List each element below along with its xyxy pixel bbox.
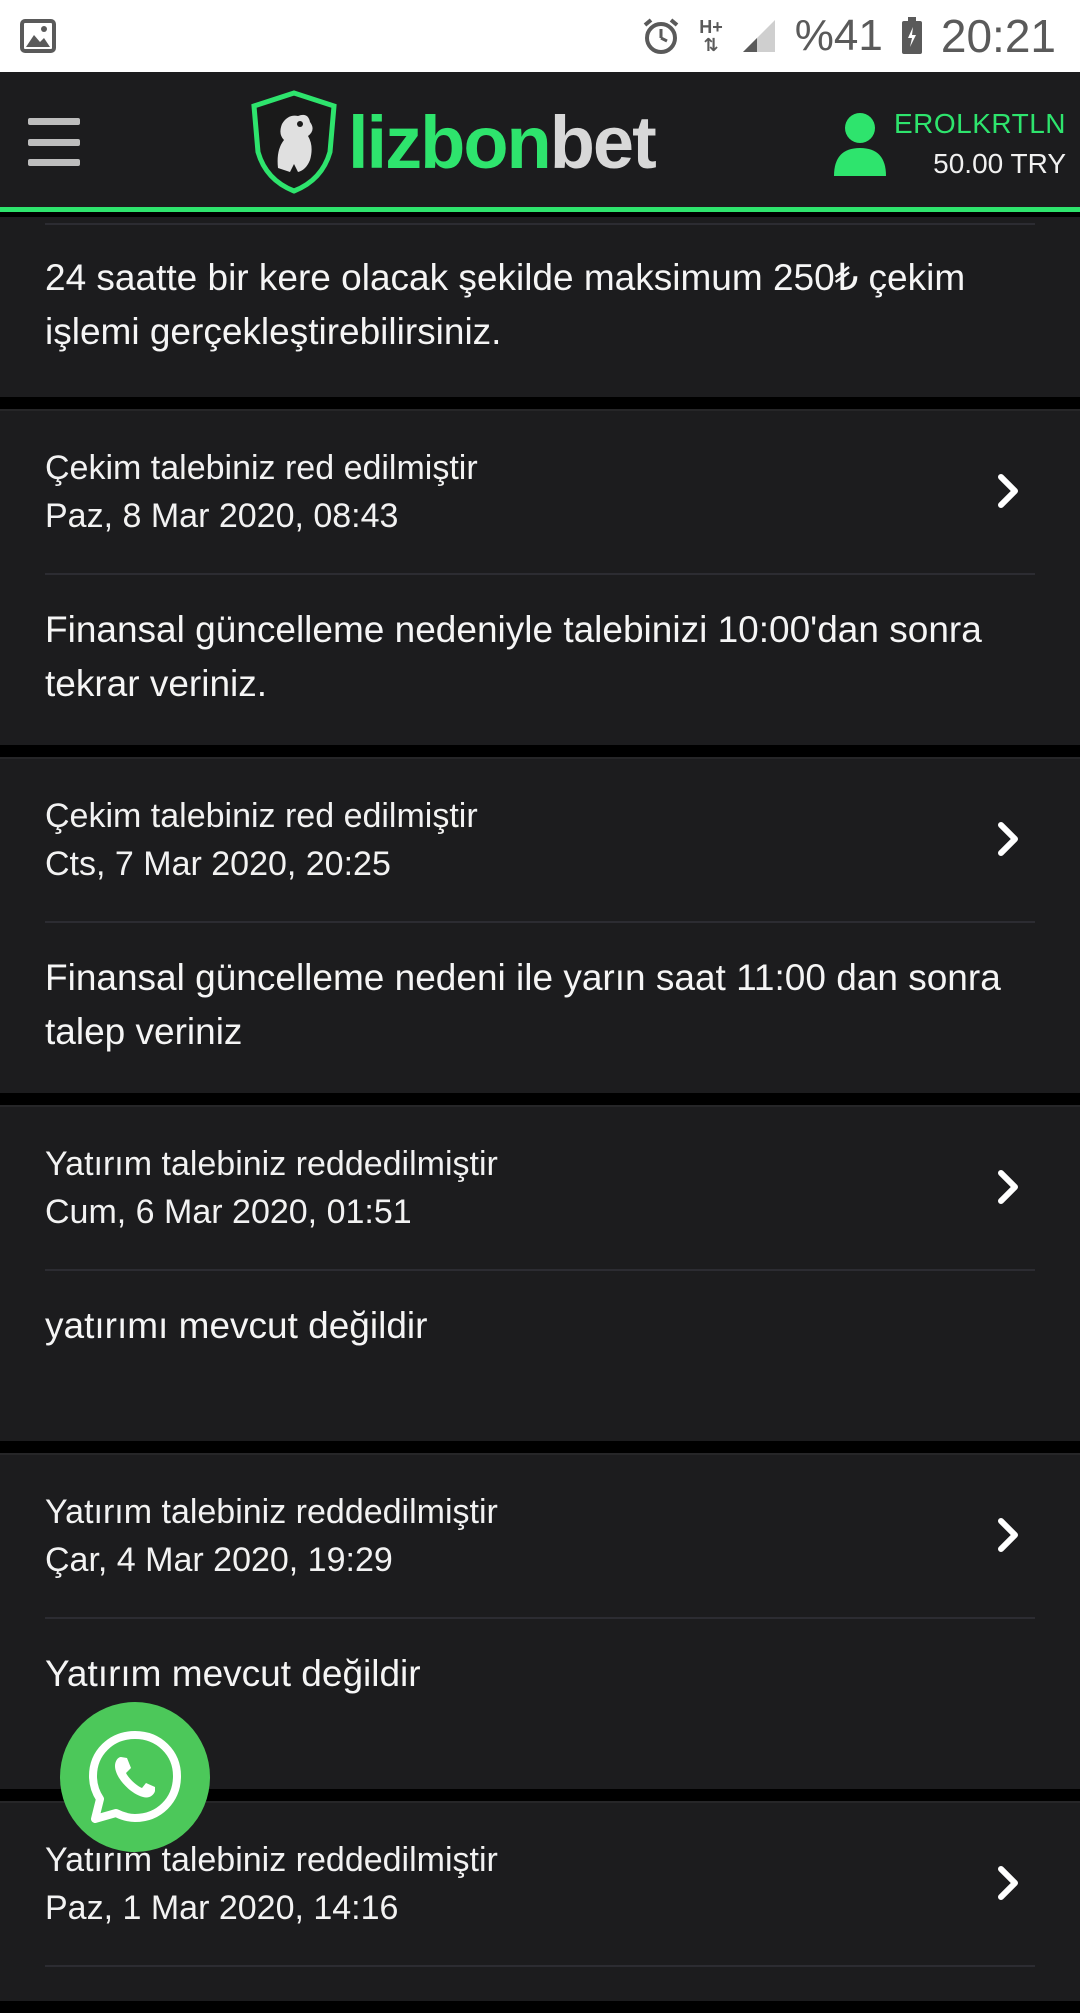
notification-date: Cum, 6 Mar 2020, 01:51 — [45, 1193, 412, 1231]
notification-title: Yatırım talebiniz reddedilmiştir — [45, 1841, 498, 1879]
notification-header[interactable]: Yatırım talebiniz reddedilmiştir Cum, 6 … — [45, 1107, 1035, 1271]
chevron-right-icon[interactable] — [993, 1513, 1023, 1557]
notification-date: Paz, 1 Mar 2020, 14:16 — [45, 1889, 399, 1927]
notification-title: Çekim talebiniz red edilmiştir — [45, 797, 478, 835]
menu-bar-icon — [28, 138, 80, 146]
brand-logo[interactable]: lizbonbet — [248, 90, 657, 194]
whatsapp-icon — [89, 1731, 181, 1823]
notification-title: Çekim talebiniz red edilmiştir — [45, 449, 478, 487]
network-label: H+ — [699, 17, 723, 37]
brand-name-part2: bet — [549, 100, 657, 184]
status-bar: H+ ⇅ %41 20:21 — [0, 0, 1080, 72]
chevron-right-icon[interactable] — [993, 817, 1023, 861]
notification-title: Yatırım talebiniz reddedilmiştir — [45, 1145, 498, 1183]
notification-date: Çar, 4 Mar 2020, 19:29 — [45, 1541, 393, 1579]
clock: 20:21 — [940, 10, 1056, 62]
notification-card[interactable]: Çekim talebiniz red edilmiştir Cts, 7 Ma… — [0, 757, 1080, 1093]
info-text: 24 saatte bir kere olacak şekilde maksim… — [45, 257, 966, 352]
notification-card[interactable]: Yatırım talebiniz reddedilmiştir Cum, 6 … — [0, 1105, 1080, 1441]
chevron-right-icon[interactable] — [993, 1861, 1023, 1905]
account-balance: 50.00 TRY — [933, 148, 1066, 179]
notification-card[interactable]: Çekim talebiniz red edilmiştir Paz, 8 Ma… — [0, 409, 1080, 745]
brand-name-part1: lizbon — [348, 100, 552, 184]
notification-header[interactable]: Çekim talebiniz red edilmiştir Cts, 7 Ma… — [45, 759, 1035, 923]
brand-name: lizbonbet — [348, 100, 657, 185]
notification-message: Yatırım mevcut değildir — [45, 1653, 421, 1694]
info-card: 24 saatte bir kere olacak şekilde maksim… — [0, 217, 1080, 397]
battery-percent: %41 — [794, 11, 883, 60]
notification-header[interactable]: Çekim talebiniz red edilmiştir Paz, 8 Ma… — [45, 411, 1035, 575]
notification-message: yatırımı mevcut değildir — [45, 1305, 428, 1346]
notification-date: Cts, 7 Mar 2020, 20:25 — [45, 845, 391, 883]
username[interactable]: EROLKRTLN — [894, 108, 1066, 140]
menu-bar-icon — [28, 118, 80, 125]
network-type-icon: H+ ⇅ — [699, 17, 723, 55]
notification-message: Finansal güncelleme nedeniyle talebinizi… — [45, 609, 982, 704]
notification-message: Finansal güncelleme nedeni ile yarın saa… — [45, 957, 1001, 1052]
notification-header[interactable]: Yatırım talebiniz reddedilmiştir Çar, 4 … — [45, 1455, 1035, 1619]
whatsapp-button[interactable] — [60, 1702, 210, 1852]
app-header: lizbonbet EROLKRTLN 50.00 TRY — [0, 72, 1080, 212]
battery-icon — [901, 17, 923, 55]
menu-bar-icon — [28, 159, 80, 166]
signal-icon — [741, 18, 777, 54]
alarm-icon — [641, 16, 681, 56]
hamburger-menu-button[interactable] — [28, 118, 80, 166]
chevron-right-icon[interactable] — [993, 469, 1023, 513]
shield-lion-icon — [251, 90, 337, 194]
notification-header[interactable]: Yatırım talebiniz reddedilmiştir Paz, 1 … — [45, 1803, 1035, 1967]
divider — [45, 217, 1035, 225]
notification-title: Yatırım talebiniz reddedilmiştir — [45, 1493, 498, 1531]
chevron-right-icon[interactable] — [993, 1165, 1023, 1209]
image-notification-icon — [20, 19, 56, 53]
user-avatar-icon[interactable] — [832, 112, 888, 176]
notification-date: Paz, 8 Mar 2020, 08:43 — [45, 497, 399, 535]
